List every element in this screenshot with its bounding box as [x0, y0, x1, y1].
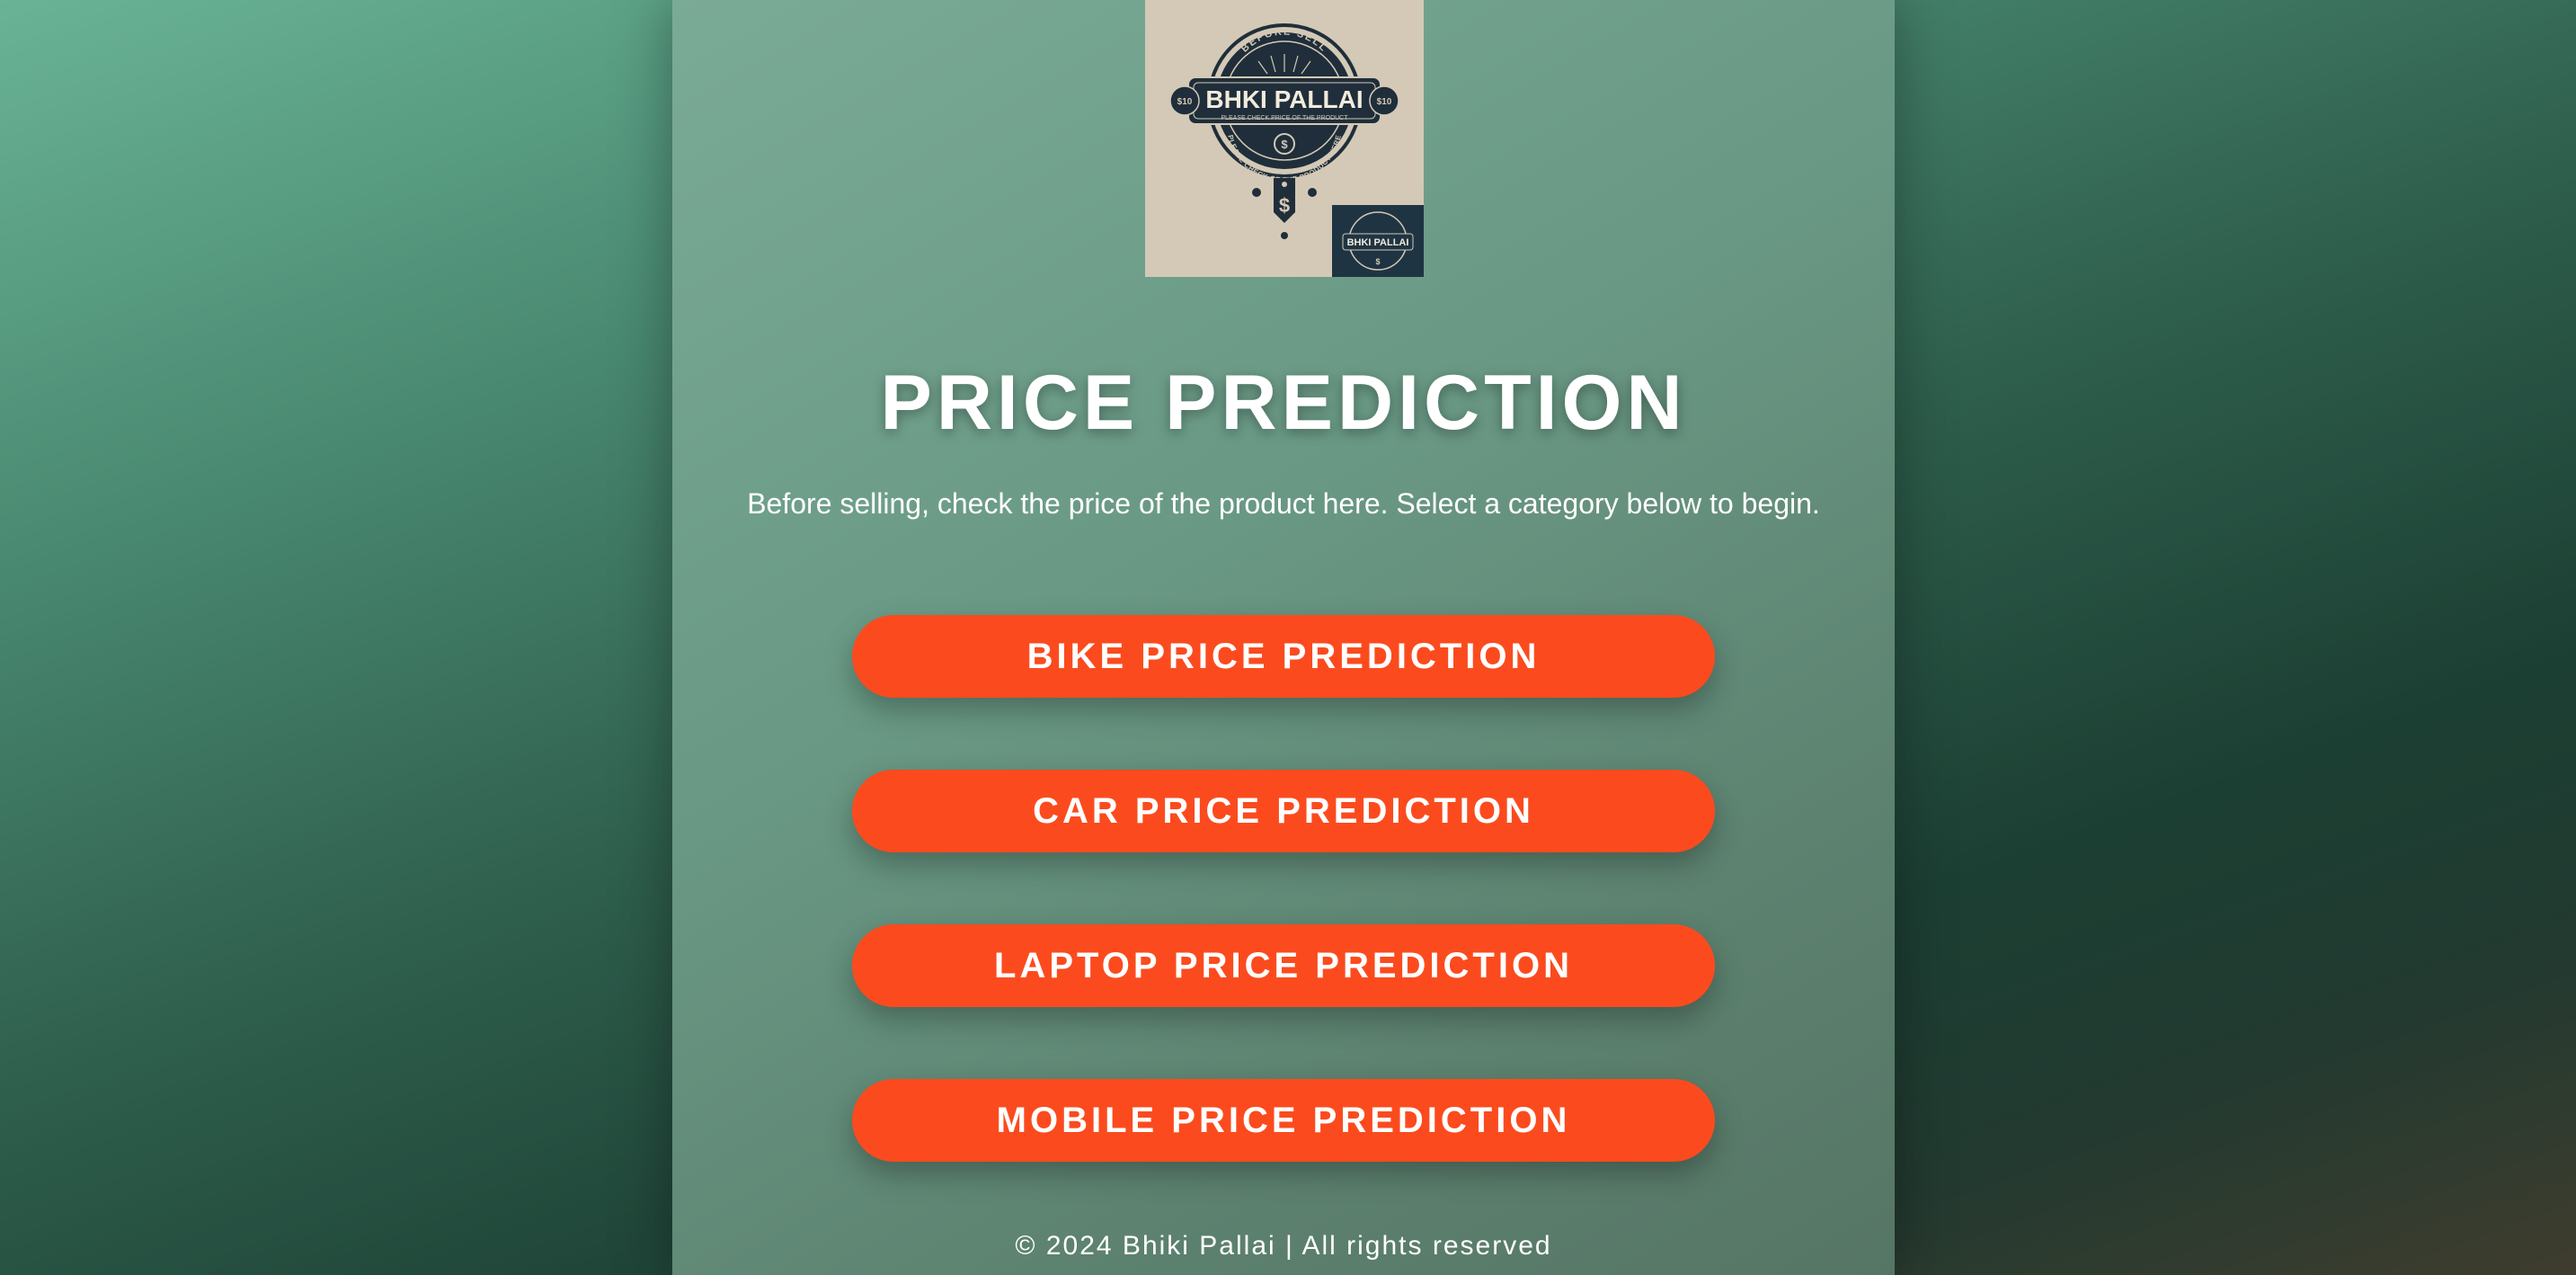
logo-emblem-icon: BEFORE SELL $10 $10 BHKI PALLAI PLEASE C… [1169, 23, 1424, 277]
logo-left-badge: $10 [1177, 97, 1193, 107]
car-price-prediction-button[interactable]: CAR PRICE PREDICTION [852, 770, 1715, 852]
svg-text:$: $ [1279, 194, 1290, 217]
logo-brand-text: BHKI PALLAI [1205, 85, 1363, 113]
logo-tagline-text: PLEASE CHECK PRICE OF THE PRODUCT [1221, 115, 1348, 121]
laptop-price-prediction-button[interactable]: LAPTOP PRICE PREDICTION [852, 924, 1715, 1007]
page-title: PRICE PREDICTION [880, 360, 1687, 446]
mobile-price-prediction-button[interactable]: MOBILE PRICE PREDICTION [852, 1079, 1715, 1162]
brand-logo: BEFORE SELL $10 $10 BHKI PALLAI PLEASE C… [1145, 0, 1424, 277]
logo-small-brand-text: BHKI PALLAI [1347, 237, 1409, 248]
main-panel: BEFORE SELL $10 $10 BHKI PALLAI PLEASE C… [672, 0, 1895, 1275]
bike-price-prediction-button[interactable]: BIKE PRICE PREDICTION [852, 615, 1715, 698]
page-subtitle: Before selling, check the price of the p… [747, 487, 1820, 520]
logo-right-badge: $10 [1377, 97, 1392, 107]
footer-copyright: © 2024 Bhiki Pallai | All rights reserve… [1015, 1231, 1552, 1261]
svg-text:$: $ [1375, 257, 1380, 266]
svg-text:$: $ [1281, 138, 1288, 151]
